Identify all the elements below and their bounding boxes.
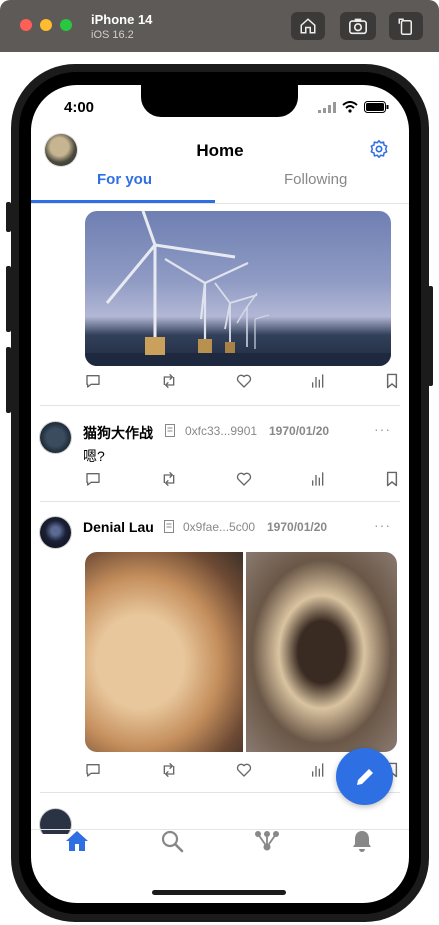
close-window-button[interactable] <box>20 19 32 31</box>
volume-down-button <box>6 347 11 413</box>
status-icons <box>318 101 389 113</box>
wallet-icon <box>165 424 175 437</box>
bookmark-icon[interactable] <box>386 373 398 389</box>
simulator-titlebar: iPhone 14 iOS 16.2 <box>0 0 439 52</box>
bookmark-icon[interactable] <box>386 471 398 487</box>
bell-icon <box>353 831 371 852</box>
post-author[interactable]: 猫狗大作战 <box>83 423 153 443</box>
comment-icon[interactable] <box>85 762 101 778</box>
comment-icon[interactable] <box>85 471 101 487</box>
like-icon[interactable] <box>236 471 252 487</box>
repost-icon[interactable] <box>160 471 178 487</box>
avatar[interactable] <box>40 422 71 453</box>
nav-notifications[interactable] <box>347 826 377 856</box>
nav-home[interactable] <box>62 826 92 856</box>
stats-icon[interactable] <box>311 471 325 487</box>
post-address: 0x9fae...5c00 <box>183 520 256 534</box>
post-actions <box>85 373 398 393</box>
app-screen: 4:00 Home For you Following 猫狗大作战 0xfc33… <box>31 85 409 903</box>
avatar[interactable] <box>40 517 71 548</box>
post-author[interactable]: Denial Lau <box>83 519 154 535</box>
device-name: iPhone 14 <box>91 12 153 27</box>
comment-icon[interactable] <box>85 373 101 389</box>
compose-button[interactable] <box>336 748 393 805</box>
repost-icon[interactable] <box>160 373 178 389</box>
post-divider <box>40 501 400 502</box>
post-address: 0xfc33...9901 <box>185 424 258 438</box>
zoom-window-button[interactable] <box>60 19 72 31</box>
post-date: 1970/01/20 <box>269 424 330 438</box>
os-version: iOS 16.2 <box>91 29 134 41</box>
home-icon <box>66 831 88 851</box>
volume-up-button <box>6 266 11 332</box>
battery-icon <box>364 101 389 113</box>
post-actions <box>85 471 398 491</box>
post-divider <box>40 405 400 406</box>
search-icon <box>161 830 184 853</box>
sim-screenshot-button[interactable] <box>340 12 376 40</box>
action-button <box>6 202 11 232</box>
tab-following[interactable]: Following <box>284 171 347 188</box>
post-date: 1970/01/20 <box>267 520 328 534</box>
wallet-icon <box>164 520 174 533</box>
nav-network[interactable] <box>252 826 282 856</box>
power-button <box>428 286 433 386</box>
settings-button[interactable] <box>369 139 389 164</box>
compose-icon <box>356 768 373 785</box>
dogs-hugging-photo[interactable] <box>246 552 397 752</box>
more-options-button[interactable]: ··· <box>374 421 391 437</box>
stats-icon[interactable] <box>311 762 325 778</box>
cellular-signal-icon <box>318 101 336 113</box>
like-icon[interactable] <box>236 762 252 778</box>
wifi-icon <box>342 101 358 113</box>
more-options-button[interactable]: ··· <box>374 517 391 533</box>
home-icon <box>300 18 316 34</box>
wind-turbines-photo[interactable] <box>85 211 391 366</box>
page-title: Home <box>196 141 244 160</box>
home-indicator <box>152 890 286 895</box>
notch <box>141 85 298 117</box>
status-time: 4:00 <box>64 99 95 116</box>
gear-icon <box>370 139 388 159</box>
rotate-icon <box>398 18 412 35</box>
post-text: 嗯? <box>83 448 105 464</box>
repost-icon[interactable] <box>160 762 178 778</box>
minimize-window-button[interactable] <box>40 19 52 31</box>
stats-icon[interactable] <box>311 373 325 389</box>
network-icon <box>255 831 279 851</box>
sim-home-button[interactable] <box>291 12 325 40</box>
nav-search[interactable] <box>157 826 187 856</box>
like-icon[interactable] <box>236 373 252 389</box>
sim-rotate-button[interactable] <box>389 12 423 40</box>
tab-for-you[interactable]: For you <box>97 171 152 188</box>
screenshot-icon <box>349 18 367 35</box>
wind-turbines-illustration <box>85 211 391 366</box>
puppy-window-photo[interactable] <box>85 552 243 752</box>
feed[interactable]: 猫狗大作战 0xfc33...9901 1970/01/20 ··· 嗯? De… <box>31 204 409 834</box>
post-media-grid <box>85 552 397 752</box>
